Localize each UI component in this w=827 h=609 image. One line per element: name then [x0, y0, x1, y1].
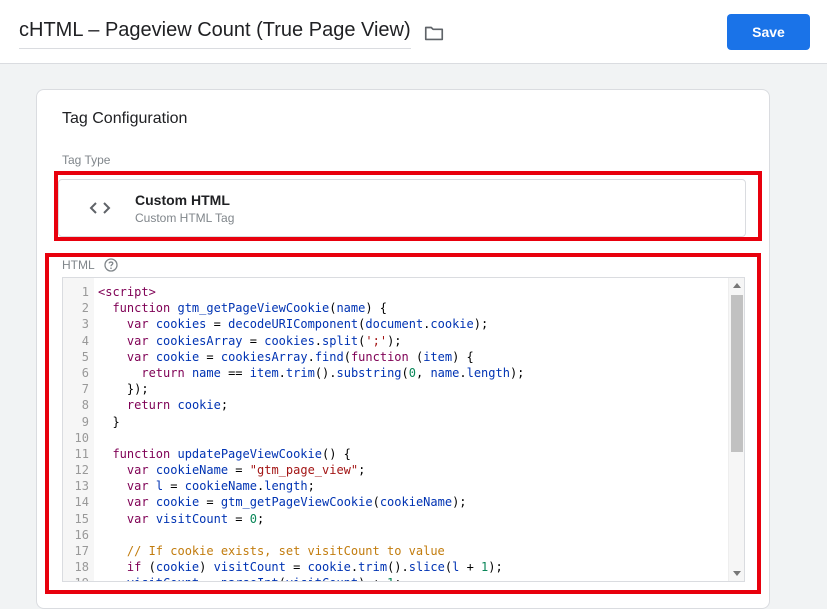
- code-line: 6 return name == item.trim().substring(0…: [63, 365, 525, 381]
- code-text: var cookieName = "gtm_page_view";: [126, 463, 366, 478]
- line-number: 1: [81, 285, 89, 299]
- code-line: 3 var cookies = decodeURIComponent(docum…: [63, 316, 488, 332]
- scroll-down-arrow-icon[interactable]: [733, 571, 741, 576]
- code-line: 18 if (cookie) visitCount = cookie.trim(…: [63, 559, 503, 575]
- code-text: var l = cookieName.length;: [126, 479, 315, 494]
- editor-scrollbar[interactable]: [728, 278, 744, 581]
- html-label: HTML: [62, 258, 95, 272]
- tag-type-selector[interactable]: Custom HTML Custom HTML Tag: [58, 179, 746, 237]
- tag-configuration-card: Tag Configuration Tag Type Custom HTML C…: [36, 89, 770, 609]
- code-text: function updatePageViewCookie() {: [112, 446, 351, 461]
- code-lines: 1 <script> 2 function gtm_getPageViewCooki…: [63, 284, 525, 581]
- line-number: 17: [74, 544, 89, 558]
- code-text: var visitCount = 0;: [126, 511, 265, 526]
- folder-icon[interactable]: [423, 22, 445, 44]
- tag-type-subtitle: Custom HTML Tag: [135, 211, 235, 225]
- card-title: Tag Configuration: [62, 110, 188, 127]
- line-number: 3: [81, 317, 89, 332]
- code-text: var cookie = cookiesArray.find(function …: [126, 349, 474, 364]
- tag-type-name: Custom HTML: [135, 192, 230, 208]
- code-text: var cookie = gtm_getPageViewCookie(cooki…: [126, 495, 467, 510]
- line-number: 6: [81, 365, 89, 380]
- code-line: 2 function gtm_getPageViewCookie(name) {: [63, 300, 387, 316]
- code-line: 5 var cookie = cookiesArray.find(functio…: [63, 349, 474, 365]
- help-circle-icon[interactable]: [104, 258, 118, 272]
- code-text: var cookiesArray = cookies.split(';');: [126, 333, 402, 348]
- line-number: 13: [74, 479, 89, 494]
- line-number: 16: [74, 527, 89, 542]
- code-text: }: [98, 414, 120, 429]
- line-number: 10: [74, 430, 89, 445]
- code-text: function gtm_getPageViewCookie(name) {: [112, 301, 388, 316]
- code-line: 19 visitCount = parseInt(visitCount) + 1…: [63, 575, 402, 581]
- code-text: return name == item.trim().substring(0, …: [141, 365, 525, 380]
- line-number: 18: [74, 560, 89, 575]
- code-line: 16: [63, 527, 89, 543]
- line-number: 9: [81, 414, 89, 429]
- line-number: 2: [81, 301, 89, 316]
- code-text: // If cookie exists, set visitCount to v…: [98, 544, 445, 558]
- top-bar: cHTML – Pageview Count (True Page View) …: [0, 0, 827, 64]
- code-line: 11 function updatePageViewCookie() {: [63, 446, 351, 462]
- code-text: <script>: [98, 285, 156, 299]
- line-number: 11: [74, 446, 89, 461]
- line-number: 15: [74, 511, 89, 526]
- line-number: 8: [81, 398, 89, 413]
- scroll-up-arrow-icon[interactable]: [733, 283, 741, 288]
- line-number: 12: [74, 463, 89, 478]
- code-text: if (cookie) visitCount = cookie.trim().s…: [126, 560, 503, 575]
- code-line: 4 var cookiesArray = cookies.split(';');: [63, 333, 402, 349]
- line-number: 7: [81, 382, 89, 397]
- code-text: return cookie;: [126, 398, 229, 413]
- code-text: visitCount = parseInt(visitCount) + 1;: [98, 575, 402, 581]
- line-number: 14: [74, 495, 89, 510]
- code-line: 15 var visitCount = 0;: [63, 511, 265, 527]
- line-number: 19: [63, 575, 89, 581]
- code-line: 12 var cookieName = "gtm_page_view";: [63, 462, 366, 478]
- code-line: 7 });: [63, 381, 149, 397]
- line-number: 4: [81, 333, 89, 348]
- scroll-thumb[interactable]: [731, 295, 743, 452]
- code-brackets-icon: [89, 200, 111, 216]
- code-line: 9 }: [63, 414, 120, 430]
- code-line: 14 var cookie = gtm_getPageViewCookie(co…: [63, 494, 467, 510]
- line-number: 5: [81, 349, 89, 364]
- save-button[interactable]: Save: [727, 14, 810, 50]
- html-code-editor[interactable]: 1 <script> 2 function gtm_getPageViewCooki…: [62, 277, 745, 582]
- tag-name-title[interactable]: cHTML – Pageview Count (True Page View): [19, 19, 411, 49]
- code-line: 10: [63, 430, 89, 446]
- code-line: 1 <script>: [63, 284, 156, 300]
- code-line: 8 return cookie;: [63, 397, 228, 413]
- tag-type-label: Tag Type: [62, 153, 111, 167]
- code-text: var cookies = decodeURIComponent(documen…: [126, 317, 489, 332]
- code-text: });: [98, 382, 149, 397]
- code-line: 13 var l = cookieName.length;: [63, 478, 315, 494]
- code-line: 17 // If cookie exists, set visitCount t…: [63, 543, 445, 559]
